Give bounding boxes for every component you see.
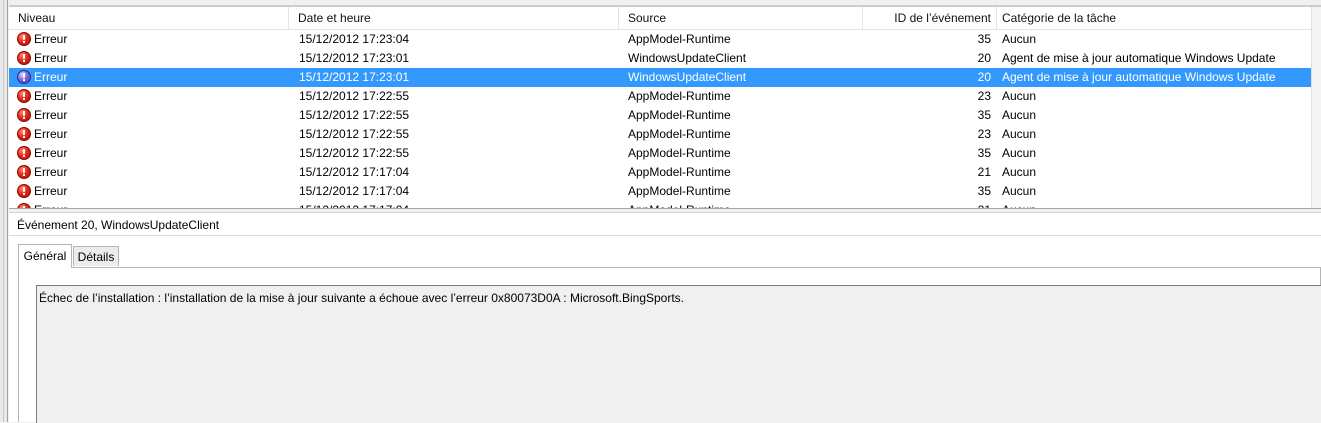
- error-icon: !: [17, 145, 31, 160]
- event-source-cell: WindowsUpdateClient: [628, 51, 747, 65]
- event-source-cell: AppModel-Runtime: [628, 165, 731, 179]
- event-row[interactable]: ! Erreur 15/12/2012 17:23:04 AppModel-Runti…: [9, 30, 1312, 49]
- event-level-label: Erreur: [34, 146, 68, 160]
- event-category-cell: Agent de mise à jour automatique Windows…: [1002, 51, 1276, 65]
- event-level-label: Erreur: [34, 165, 68, 179]
- event-level-cell: !Erreur: [17, 144, 297, 163]
- event-category-cell: Agent de mise à jour automatique Windows…: [1002, 70, 1276, 84]
- event-row[interactable]: ! Erreur 15/12/2012 17:22:55 AppModel-Runti…: [9, 106, 1312, 125]
- event-source-cell: AppModel-Runtime: [628, 184, 731, 198]
- event-category-cell: Aucun: [1002, 146, 1037, 160]
- event-id-cell: 35: [977, 184, 991, 198]
- event-id-cell: 21: [977, 165, 991, 179]
- column-header-source[interactable]: Source: [619, 7, 863, 29]
- event-id-cell: 23: [977, 127, 991, 141]
- error-icon: !: [17, 164, 31, 179]
- event-date-cell: 15/12/2012 17:17:04: [299, 201, 629, 208]
- event-row[interactable]: ! Erreur 15/12/2012 17:23:01 WindowsUpdateC…: [9, 68, 1312, 87]
- event-message-box[interactable]: Échec de l’installation : l’installation…: [36, 285, 1321, 423]
- event-row[interactable]: ! Erreur 15/12/2012 17:23:01 WindowsUpdateC…: [9, 49, 1312, 68]
- event-row[interactable]: ! Erreur 15/12/2012 17:22:55 AppModel-Runti…: [9, 144, 1312, 163]
- tab-content-general: Échec de l’installation : l’installation…: [18, 267, 1321, 423]
- column-header-level[interactable]: Niveau: [9, 7, 289, 29]
- list-scrollbar[interactable]: [1311, 7, 1321, 208]
- event-details-panel: Événement 20, WindowsUpdateClient Généra…: [9, 213, 1321, 423]
- event-row[interactable]: !Erreur15/12/2012 17:17:04AppModel-Runti…: [9, 182, 1312, 201]
- tab-general[interactable]: Général: [18, 244, 72, 268]
- event-level-cell: !Erreur: [17, 163, 297, 182]
- column-header-category[interactable]: Catégorie de la tâche: [997, 7, 1312, 29]
- event-level-label: Erreur: [34, 108, 68, 122]
- event-date-cell: 15/12/2012 17:23:04: [299, 32, 410, 46]
- event-date-cell: 15/12/2012 17:23:01: [299, 51, 410, 65]
- event-id-cell: 35: [977, 32, 991, 46]
- event-category-cell: Aucun: [1002, 201, 1312, 208]
- event-id-cell: 23: [977, 89, 991, 103]
- event-row[interactable]: !Erreur15/12/2012 17:17:04AppModel-Runti…: [9, 201, 1312, 208]
- event-level-cell: !Erreur: [17, 87, 297, 106]
- event-category-cell: Aucun: [1002, 89, 1037, 103]
- event-id-cell: 21: [869, 201, 991, 208]
- left-pane-divider: [3, 0, 4, 422]
- event-source-cell: AppModel-Runtime: [628, 127, 731, 141]
- event-id-cell: 20: [977, 70, 991, 84]
- column-header-date[interactable]: Date et heure: [289, 7, 619, 29]
- event-level-cell: !Erreur: [17, 30, 297, 49]
- column-header-event-id[interactable]: ID de l’événement: [863, 7, 997, 29]
- event-category-cell: Aucun: [1002, 127, 1037, 141]
- error-icon: !: [17, 183, 31, 198]
- tab-details[interactable]: Détails: [73, 246, 119, 266]
- event-source-cell: WindowsUpdateClient: [628, 70, 747, 84]
- event-level-label: Erreur: [34, 184, 68, 198]
- event-id-cell: 35: [977, 108, 991, 122]
- error-icon: !: [17, 69, 31, 84]
- event-level-cell: !Erreur: [17, 182, 297, 201]
- event-date-cell: 15/12/2012 17:22:55: [299, 127, 410, 141]
- error-icon: !: [17, 88, 31, 103]
- event-date-cell: 15/12/2012 17:22:55: [299, 108, 410, 122]
- event-source-cell: AppModel-Runtime: [628, 32, 731, 46]
- event-row[interactable]: ! Erreur 15/12/2012 17:22:55 AppModel-Runti…: [9, 87, 1312, 106]
- error-icon: !: [17, 50, 31, 65]
- event-level-cell: !Erreur: [17, 49, 297, 68]
- event-rows: ! Erreur 15/12/2012 17:23:04 AppModel-Runti…: [9, 30, 1321, 208]
- event-date-cell: 15/12/2012 17:22:55: [299, 89, 410, 103]
- event-id-cell: 20: [977, 51, 991, 65]
- error-icon: !: [17, 107, 31, 122]
- details-tabs-area: Général Détails Échec de l’installation …: [9, 236, 1321, 423]
- event-row[interactable]: ! Erreur 15/12/2012 17:22:55 AppModel-Runti…: [9, 125, 1312, 144]
- event-level-label: Erreur: [34, 32, 68, 46]
- event-source-cell: AppModel-Runtime: [628, 89, 731, 103]
- error-icon: !: [17, 126, 31, 141]
- event-level-cell: !Erreur: [17, 201, 297, 208]
- left-pane-edge[interactable]: [0, 0, 8, 422]
- event-level-cell: !Erreur: [17, 125, 297, 144]
- event-category-cell: Aucun: [1002, 184, 1037, 198]
- event-source-cell: AppModel-Runtime: [628, 201, 868, 208]
- event-level-cell: !Erreur: [17, 68, 297, 87]
- event-category-cell: Aucun: [1002, 165, 1037, 179]
- details-title: Événement 20, WindowsUpdateClient: [9, 213, 1321, 236]
- event-row[interactable]: !Erreur15/12/2012 17:17:04AppModel-Runti…: [9, 163, 1312, 182]
- event-date-cell: 15/12/2012 17:22:55: [299, 146, 410, 160]
- event-message-text: Échec de l’installation : l’installation…: [39, 291, 685, 305]
- event-viewer-window: Niveau Date et heure Source ID de l’évén…: [0, 0, 1321, 423]
- event-level-cell: !Erreur: [17, 106, 297, 125]
- event-category-cell: Aucun: [1002, 32, 1037, 46]
- event-level-label: Erreur: [34, 89, 68, 103]
- event-source-cell: AppModel-Runtime: [628, 108, 731, 122]
- event-source-cell: AppModel-Runtime: [628, 146, 731, 160]
- event-level-label: Erreur: [34, 70, 68, 84]
- error-icon: !: [17, 31, 31, 46]
- event-date-cell: 15/12/2012 17:17:04: [299, 184, 410, 198]
- event-level-label: Erreur: [34, 127, 68, 141]
- event-category-cell: Aucun: [1002, 108, 1037, 122]
- list-header: Niveau Date et heure Source ID de l’évén…: [9, 7, 1321, 30]
- event-id-cell: 35: [977, 146, 991, 160]
- event-date-cell: 15/12/2012 17:23:01: [299, 70, 410, 84]
- event-level-label: Erreur: [34, 51, 68, 65]
- event-list[interactable]: Niveau Date et heure Source ID de l’évén…: [9, 6, 1321, 208]
- event-date-cell: 15/12/2012 17:17:04: [299, 165, 410, 179]
